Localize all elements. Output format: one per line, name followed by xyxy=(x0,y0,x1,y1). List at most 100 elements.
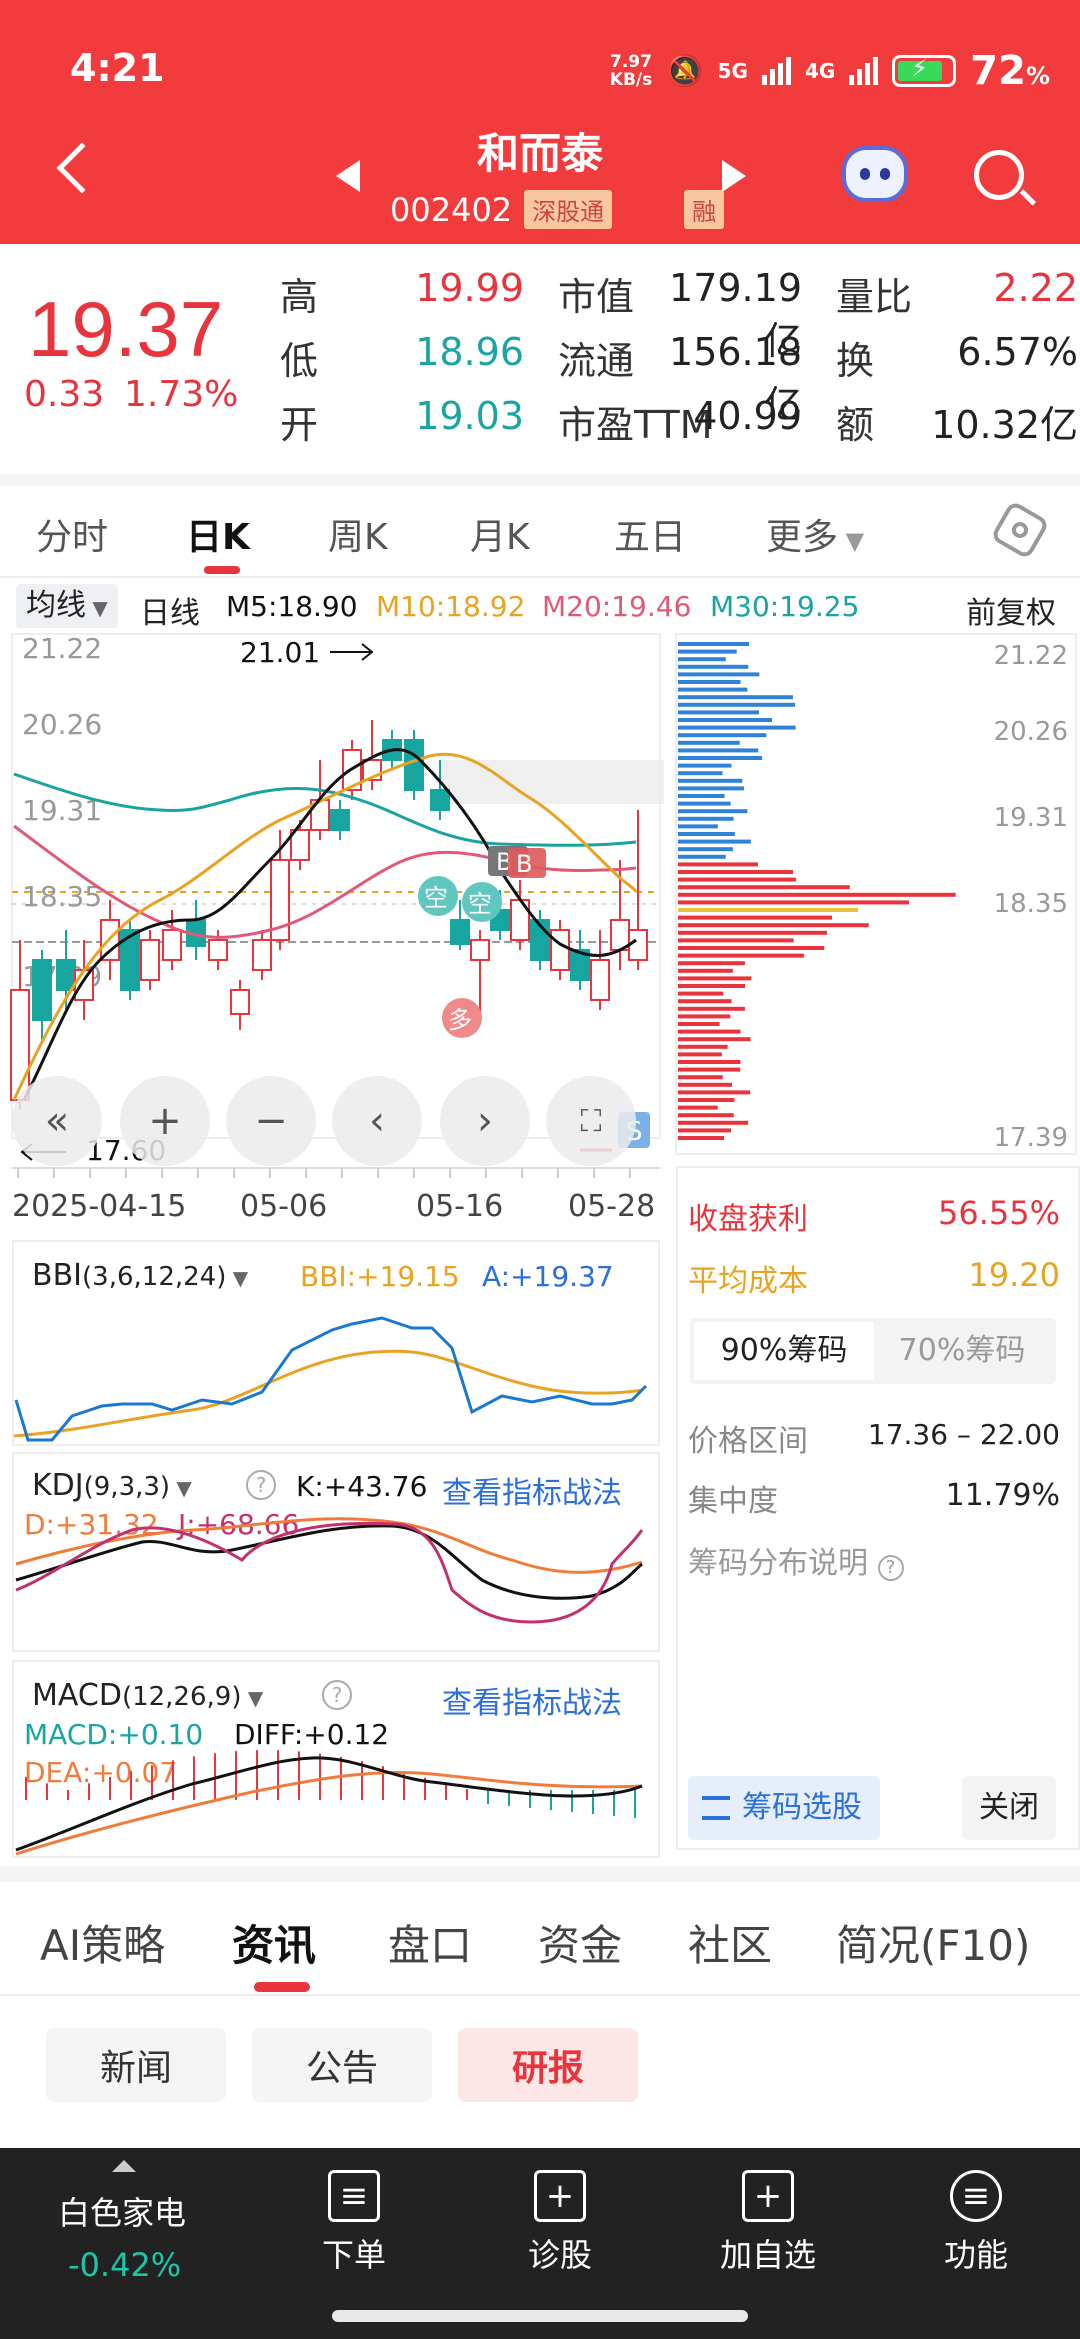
chip-bar xyxy=(678,968,733,973)
kdj-title[interactable]: KDJ(9,3,3) ▼ xyxy=(32,1468,192,1503)
chip-bar xyxy=(678,1067,741,1072)
chip-bar xyxy=(678,938,794,943)
search-icon[interactable] xyxy=(974,150,1037,206)
range-value: 17.36 – 22.00 xyxy=(867,1418,1060,1451)
tag-sgt: 深股通 xyxy=(524,190,613,229)
tab-news[interactable]: 资讯 xyxy=(232,1912,316,1973)
pe-value: 40.99 xyxy=(693,394,802,438)
ma-selector[interactable]: 均线 ▼ xyxy=(16,584,118,628)
low-value: 18.96 xyxy=(415,330,524,374)
short-signal-2: 空 xyxy=(468,890,492,918)
candle-body xyxy=(550,929,570,971)
zoom-out-button[interactable]: − xyxy=(226,1076,316,1166)
chip-desc-link[interactable]: 筹码分布说明 ? xyxy=(688,1538,904,1582)
home-indicator[interactable] xyxy=(332,2310,748,2322)
candle-body xyxy=(230,989,250,1015)
pill-news[interactable]: 新闻 xyxy=(46,2028,226,2102)
scroll-left-button[interactable]: ‹ xyxy=(332,1076,422,1166)
stock-name: 和而泰 xyxy=(476,129,603,178)
chip-select-button[interactable]: 筹码选股 xyxy=(688,1776,880,1840)
price-change: 0.33 xyxy=(24,374,105,415)
chip-bar xyxy=(678,1044,728,1049)
concentration-value: 11.79% xyxy=(945,1478,1060,1513)
net-speed: 7.97 KB/s xyxy=(609,52,653,90)
signal-icon-2 xyxy=(849,57,879,85)
zoom-in-button[interactable]: + xyxy=(120,1076,210,1166)
tab-active-indicator xyxy=(254,1982,310,1992)
net-4g-label: 4G xyxy=(804,59,836,83)
chip-tab-70[interactable]: 70%筹码 xyxy=(872,1322,1052,1380)
chip-bar xyxy=(678,1014,731,1019)
chip-bar xyxy=(678,672,760,677)
tab-timeshare[interactable]: 分时 xyxy=(36,508,108,560)
chip-bar xyxy=(678,854,726,859)
mcap-label: 市值 xyxy=(558,275,635,319)
stock-code: 002402 xyxy=(390,190,513,229)
tab-five-day[interactable]: 五日 xyxy=(614,508,686,560)
add-watchlist-button[interactable]: + 加自选 xyxy=(698,2170,838,2276)
tab-community[interactable]: 社区 xyxy=(688,1912,772,1973)
chip-bar xyxy=(678,953,804,958)
candle-body xyxy=(430,789,450,811)
chip-bar xyxy=(678,642,750,646)
buy-signal-2: B xyxy=(516,850,532,878)
prev-stock-icon[interactable] xyxy=(336,160,360,192)
kdj-chart xyxy=(15,1517,644,1624)
tab-order-book[interactable]: 盘口 xyxy=(388,1912,472,1973)
tab-monthly-k[interactable]: 月K xyxy=(470,508,530,560)
help-icon[interactable]: ? xyxy=(246,1470,276,1500)
chip-bar xyxy=(678,725,796,730)
chip-tab-90[interactable]: 90%筹码 xyxy=(694,1322,874,1380)
ma-kind: 日线 xyxy=(140,596,200,631)
fullscreen-button[interactable]: ⛶ xyxy=(546,1076,636,1166)
chip-bar xyxy=(678,756,763,760)
chip-close-button[interactable]: 关闭 xyxy=(962,1776,1056,1840)
fast-back-button[interactable]: « xyxy=(12,1076,102,1166)
scroll-right-button[interactable]: › xyxy=(440,1076,530,1166)
chip-bar xyxy=(678,794,725,798)
diagnose-button[interactable]: + 诊股 xyxy=(490,2170,630,2276)
robot-icon[interactable] xyxy=(842,146,908,202)
next-stock-icon[interactable] xyxy=(722,160,746,192)
tab-f10[interactable]: 简况(F10) xyxy=(836,1912,1030,1973)
tab-weekly-k[interactable]: 周K xyxy=(328,508,388,560)
chip-bar xyxy=(678,862,758,867)
last-price: 19.37 xyxy=(28,285,224,373)
chip-bar xyxy=(678,740,740,745)
profit-value: 56.55% xyxy=(937,1194,1060,1232)
chip-bar xyxy=(678,1098,735,1102)
adjust-mode[interactable]: 前复权 xyxy=(966,588,1056,632)
ma10-value: M10:18.92 xyxy=(376,590,526,623)
function-button[interactable]: ≡ 功能 xyxy=(906,2170,1046,2276)
chip-bar xyxy=(678,778,743,783)
settings-hex-icon[interactable] xyxy=(989,499,1051,561)
bbi-title[interactable]: BBI(3,6,12,24) ▼ xyxy=(32,1258,248,1293)
battery-icon: ⚡ xyxy=(892,54,957,87)
high-value: 19.99 xyxy=(415,266,524,310)
signal-icon xyxy=(761,57,791,85)
chip-bar xyxy=(678,1075,723,1080)
chip-bar xyxy=(678,816,734,821)
tab-daily-k[interactable]: 日K xyxy=(186,508,250,560)
chip-bar xyxy=(678,733,767,738)
float-label: 流通 xyxy=(558,339,635,383)
order-button[interactable]: ≡ 下单 xyxy=(284,2170,424,2276)
tab-ai-strategy[interactable]: AI策略 xyxy=(40,1912,165,1973)
ma5-value: M5:18.90 xyxy=(226,590,358,623)
open-label: 开 xyxy=(280,403,319,447)
candle-body xyxy=(330,809,350,831)
y-tick-label: 18.35 xyxy=(22,880,102,913)
chip-bar xyxy=(678,999,732,1004)
sector-change: -0.42% xyxy=(68,2246,182,2284)
bbi-chart xyxy=(13,1316,648,1442)
chip-bar xyxy=(678,1022,720,1026)
sector-name[interactable]: 白色家电 xyxy=(58,2188,186,2234)
tab-more[interactable]: 更多 ▼ xyxy=(766,508,864,560)
pill-research[interactable]: 研报 xyxy=(458,2028,638,2102)
chip-bar xyxy=(678,1082,732,1087)
chip-y-tick: 20.26 xyxy=(994,717,1068,747)
stock-sub: 002402 深股通 融 xyxy=(390,190,725,229)
bbi-value: BBI:+19.15 xyxy=(300,1260,460,1293)
pill-announcement[interactable]: 公告 xyxy=(252,2028,432,2102)
tab-capital[interactable]: 资金 xyxy=(538,1912,622,1973)
